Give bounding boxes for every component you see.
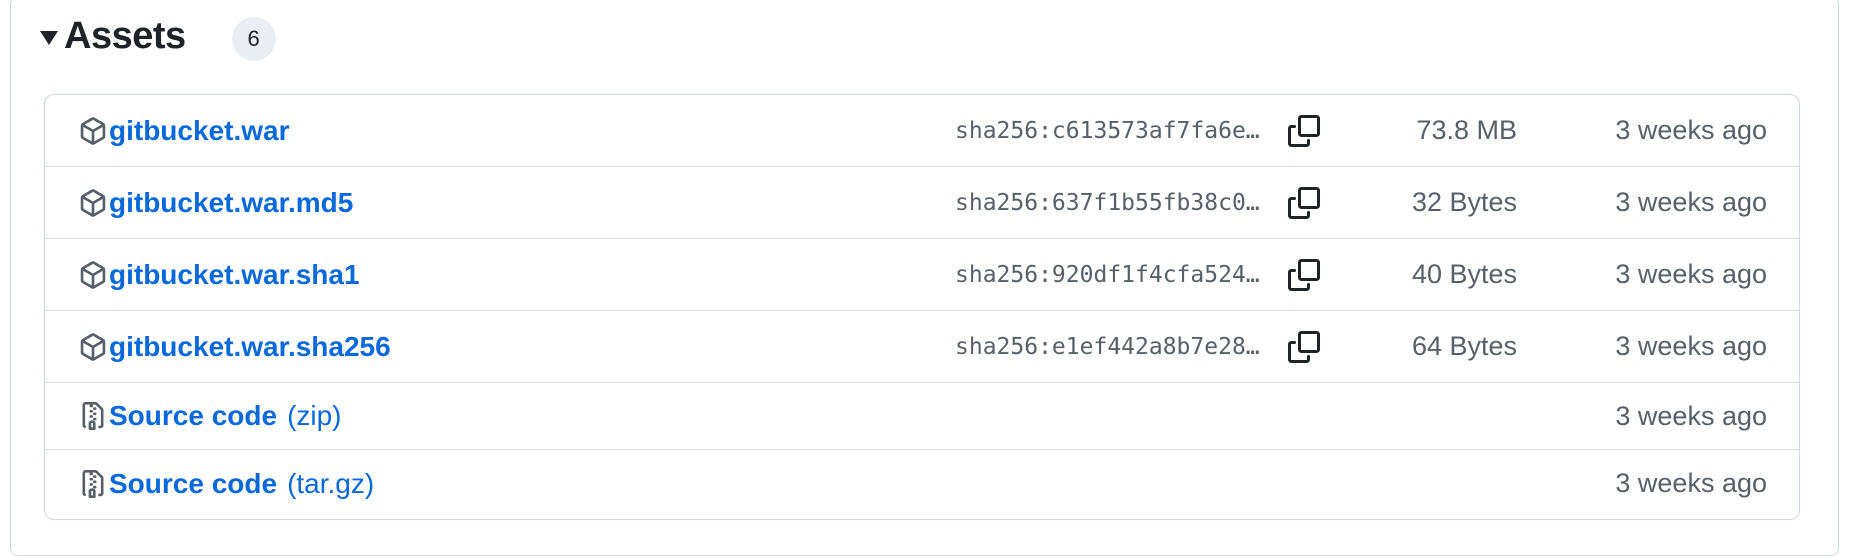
- asset-size: 73.8 MB: [1416, 115, 1517, 145]
- asset-date: 3 weeks ago: [1615, 115, 1767, 145]
- asset-date: 3 weeks ago: [1615, 400, 1767, 431]
- copy-icon: [1288, 330, 1320, 363]
- asset-row: gitbucket.war sha256:c613573af7fa6e… 73.…: [45, 95, 1799, 167]
- copy-sha-button[interactable]: [1285, 112, 1323, 150]
- asset-size: 32 Bytes: [1411, 187, 1517, 217]
- source-code-link[interactable]: Source code: [109, 468, 277, 500]
- asset-name-wrap: gitbucket.war.sha1: [79, 239, 360, 310]
- asset-name-wrap: gitbucket.war.md5: [79, 167, 353, 238]
- asset-row: gitbucket.war.md5 sha256:637f1b55fb38c0……: [45, 167, 1799, 239]
- asset-row: gitbucket.war.sha256 sha256:e1ef442a8b7e…: [45, 311, 1799, 383]
- assets-toggle[interactable]: Assets 6: [40, 8, 276, 64]
- copy-sha-button[interactable]: [1285, 328, 1323, 366]
- assets-heading: Assets: [64, 14, 186, 57]
- copy-icon: [1288, 258, 1320, 291]
- asset-sha256: sha256:c613573af7fa6e…: [955, 117, 1260, 144]
- asset-name-wrap: gitbucket.war.sha256: [79, 311, 391, 382]
- asset-sha256: sha256:e1ef442a8b7e28…: [955, 333, 1260, 360]
- copy-sha-button[interactable]: [1285, 256, 1323, 294]
- asset-row: Source code (tar.gz) 3 weeks ago: [45, 450, 1799, 517]
- asset-name-wrap: Source code (zip): [79, 383, 342, 449]
- file-zip-icon: [79, 402, 107, 430]
- package-icon: [79, 260, 107, 289]
- asset-download-link[interactable]: gitbucket.war.md5: [109, 187, 353, 219]
- copy-icon: [1288, 114, 1320, 147]
- asset-sha256: sha256:637f1b55fb38c0…: [955, 189, 1260, 216]
- asset-download-link[interactable]: gitbucket.war.sha256: [109, 331, 391, 363]
- asset-download-link[interactable]: gitbucket.war.sha1: [109, 259, 360, 291]
- source-code-format[interactable]: (tar.gz): [287, 468, 374, 500]
- copy-icon: [1288, 186, 1320, 219]
- asset-name-wrap: gitbucket.war: [79, 95, 289, 166]
- asset-date: 3 weeks ago: [1615, 187, 1767, 217]
- asset-size: 64 Bytes: [1411, 331, 1517, 361]
- source-code-format[interactable]: (zip): [287, 400, 341, 432]
- package-icon: [79, 116, 107, 145]
- asset-date: 3 weeks ago: [1615, 259, 1767, 289]
- asset-date: 3 weeks ago: [1615, 331, 1767, 361]
- caret-down-icon: [40, 31, 58, 45]
- assets-list: gitbucket.war sha256:c613573af7fa6e… 73.…: [44, 94, 1800, 520]
- asset-download-link[interactable]: gitbucket.war: [109, 115, 289, 147]
- source-code-link[interactable]: Source code: [109, 400, 277, 432]
- file-zip-icon: [79, 469, 107, 498]
- asset-date: 3 weeks ago: [1615, 468, 1767, 498]
- asset-row: Source code (zip) 3 weeks ago: [45, 383, 1799, 450]
- asset-row: gitbucket.war.sha1 sha256:920df1f4cfa524…: [45, 239, 1799, 311]
- asset-name-wrap: Source code (tar.gz): [79, 450, 374, 517]
- package-icon: [79, 188, 107, 217]
- copy-sha-button[interactable]: [1285, 184, 1323, 222]
- assets-count-badge: 6: [231, 17, 276, 61]
- asset-size: 40 Bytes: [1411, 259, 1517, 289]
- package-icon: [79, 332, 107, 361]
- asset-sha256: sha256:920df1f4cfa524…: [955, 261, 1260, 288]
